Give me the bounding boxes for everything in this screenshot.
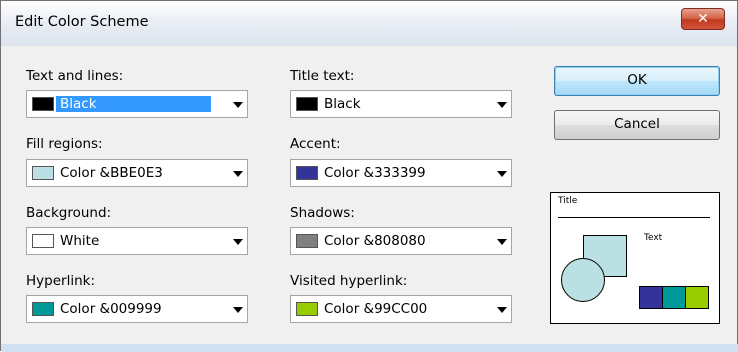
shadows-label: Shadows: — [290, 205, 355, 221]
fill-regions-select[interactable]: Color &BBE0E3 — [26, 159, 248, 187]
dialog-body: Text and lines: Black Title text: Black … — [9, 46, 729, 344]
preview-bar-visited — [686, 287, 708, 308]
color-swatch — [296, 97, 318, 111]
preview-text: Text — [644, 233, 663, 243]
preview-title: Title — [558, 196, 578, 206]
color-swatch — [296, 302, 318, 316]
preview-color-bars — [639, 286, 709, 309]
dialog-title: Edit Color Scheme — [15, 14, 149, 30]
cancel-button[interactable]: Cancel — [554, 110, 720, 140]
select-value: Black — [324, 96, 361, 112]
hyperlink-label: Hyperlink: — [26, 273, 95, 289]
select-value: Color &99CC00 — [324, 301, 428, 317]
select-value: Color &333399 — [324, 165, 426, 181]
edit-color-scheme-dialog: Edit Color Scheme ✕ Text and lines: Blac… — [0, 0, 738, 352]
select-value: Black — [56, 96, 211, 112]
preview-bar-accent — [640, 287, 663, 308]
close-button[interactable]: ✕ — [681, 8, 725, 30]
preview-title-rule — [558, 217, 710, 218]
close-icon: ✕ — [697, 11, 709, 27]
accent-select[interactable]: Color &333399 — [290, 159, 512, 187]
title-text-label: Title text: — [290, 68, 355, 84]
preview-circle-shape — [561, 258, 605, 302]
color-swatch — [296, 166, 318, 180]
background-select[interactable]: White — [26, 227, 248, 255]
select-value: Color &BBE0E3 — [60, 165, 163, 181]
color-swatch — [32, 166, 54, 180]
chevron-down-icon[interactable] — [233, 239, 243, 245]
chevron-down-icon[interactable] — [233, 307, 243, 313]
chevron-down-icon[interactable] — [497, 102, 507, 108]
visited-hyperlink-select[interactable]: Color &99CC00 — [290, 295, 512, 323]
chevron-down-icon[interactable] — [497, 307, 507, 313]
preview-bar-hyperlink — [663, 287, 686, 308]
select-value: White — [60, 233, 100, 249]
visited-hyperlink-label: Visited hyperlink: — [290, 273, 408, 289]
select-value: Color &009999 — [60, 301, 162, 317]
text-and-lines-label: Text and lines: — [26, 68, 124, 84]
ok-button[interactable]: OK — [554, 66, 720, 96]
color-swatch — [32, 234, 54, 248]
color-swatch — [32, 302, 54, 316]
hyperlink-select[interactable]: Color &009999 — [26, 295, 248, 323]
fill-regions-label: Fill regions: — [26, 136, 103, 152]
chevron-down-icon[interactable] — [497, 171, 507, 177]
background-label: Background: — [26, 205, 112, 221]
title-bar[interactable]: Edit Color Scheme ✕ — [1, 1, 737, 46]
chevron-down-icon[interactable] — [233, 102, 243, 108]
text-and-lines-select[interactable]: Black — [26, 90, 248, 118]
scheme-preview: Title Text — [550, 192, 720, 324]
chevron-down-icon[interactable] — [233, 171, 243, 177]
color-swatch — [32, 97, 54, 111]
select-value: Color &808080 — [324, 233, 426, 249]
title-text-select[interactable]: Black — [290, 90, 512, 118]
shadows-select[interactable]: Color &808080 — [290, 227, 512, 255]
chevron-down-icon[interactable] — [497, 239, 507, 245]
color-swatch — [296, 234, 318, 248]
accent-label: Accent: — [290, 136, 341, 152]
